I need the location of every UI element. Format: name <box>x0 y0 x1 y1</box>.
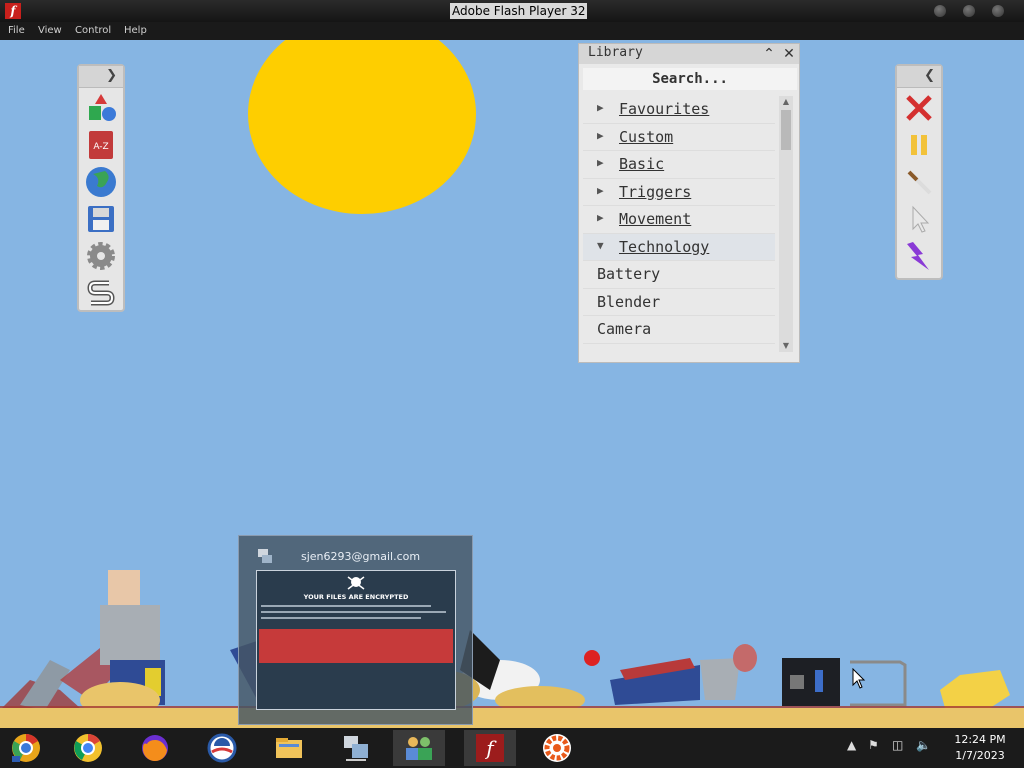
skull-icon <box>347 576 365 590</box>
category-custom[interactable]: ▶ Custom <box>583 124 775 151</box>
left-toolbar-header: ❯ <box>79 66 123 88</box>
network-computer-icon[interactable] <box>330 730 382 766</box>
item-label: Battery <box>597 265 661 283</box>
close-button[interactable] <box>992 5 1004 17</box>
clock-time: 12:24 PM <box>954 733 1006 746</box>
obama-icon[interactable] <box>196 730 248 766</box>
file-explorer-icon[interactable] <box>263 730 315 766</box>
category-favourites[interactable]: ▶ Favourites <box>583 96 775 124</box>
sun <box>248 40 476 214</box>
menu-bar: File View Control Help <box>0 22 1024 40</box>
chrome-canary-icon[interactable] <box>0 730 52 766</box>
collapse-up-icon[interactable]: ⌃ <box>761 46 777 62</box>
library-header: Library ⌃ ✕ <box>579 44 799 64</box>
category-label: Favourites <box>619 100 710 118</box>
library-close-icon[interactable]: ✕ <box>781 46 797 62</box>
cursor-icon[interactable] <box>903 203 935 235</box>
expand-arrow-icon: ▶ <box>597 156 604 169</box>
title-bar: f Adobe Flash Player 32 <box>0 0 1024 22</box>
chrome-icon[interactable] <box>62 730 114 766</box>
expand-arrow-icon: ▶ <box>597 128 604 142</box>
category-label: Technology <box>619 237 710 256</box>
category-label: Triggers <box>619 182 692 201</box>
ground <box>0 708 1024 728</box>
clock-date: 1/7/2023 <box>955 749 1005 762</box>
category-technology[interactable]: ▼ Technology <box>583 233 775 261</box>
library-item-blender[interactable]: Blender <box>583 289 775 316</box>
category-label: Custom <box>619 127 674 146</box>
category-movement[interactable]: ▶ Movement <box>583 206 775 234</box>
category-basic[interactable]: ▶ Basic <box>583 151 775 179</box>
scroll-down-icon[interactable]: ▼ <box>779 340 793 352</box>
menu-view[interactable]: View <box>38 24 62 38</box>
chevron-left-icon[interactable]: ❮ <box>924 68 935 83</box>
delete-x-icon[interactable] <box>903 92 935 124</box>
collapse-arrow-icon: ▼ <box>597 238 604 252</box>
book-label: A-Z <box>93 142 108 152</box>
gear-icon[interactable] <box>85 240 117 272</box>
warning-box <box>259 629 453 663</box>
item-label: Camera <box>597 320 652 338</box>
volume-icon[interactable]: 🔈 <box>916 738 931 752</box>
scroll-up-icon[interactable]: ▲ <box>779 96 793 108</box>
library-panel: Library ⌃ ✕ Search... ▶ Favourites ▶ Custo… <box>578 43 800 363</box>
right-toolbar-header: ❮ <box>897 66 941 88</box>
expand-arrow-icon: ▶ <box>597 101 604 114</box>
library-item-camera[interactable]: Camera <box>583 316 775 344</box>
right-toolbar: ❮ <box>895 64 943 280</box>
game-stage[interactable] <box>0 40 1024 728</box>
expand-arrow-icon: ▶ <box>597 211 604 224</box>
menu-file[interactable]: File <box>8 24 25 38</box>
minimize-button[interactable] <box>934 5 946 17</box>
flag-icon[interactable]: ⚑ <box>868 738 879 752</box>
shapes-icon[interactable] <box>85 92 117 124</box>
window-title: Adobe Flash Player 32 <box>450 3 588 19</box>
library-item-battery[interactable]: Battery <box>583 261 775 289</box>
category-label: Movement <box>619 210 692 228</box>
s-logo-icon[interactable] <box>85 277 117 309</box>
category-triggers[interactable]: ▶ Triggers <box>583 179 775 206</box>
taskbar-preview-popup[interactable]: sjen6293@gmail.com YOUR FILES ARE ENCRYP… <box>238 535 473 725</box>
category-label: Basic <box>619 155 665 173</box>
menu-control[interactable]: Control <box>75 24 111 38</box>
network-icon[interactable]: ◫ <box>892 738 903 752</box>
orange-gear-icon[interactable] <box>531 730 583 766</box>
clock[interactable]: 12:24 PM 1/7/2023 <box>944 732 1016 764</box>
preview-title: sjen6293@gmail.com <box>301 550 421 563</box>
left-toolbar: ❯ A-Z <box>77 64 125 312</box>
save-disk-icon[interactable] <box>85 203 117 235</box>
text-line <box>261 605 431 607</box>
expand-arrow-icon: ▶ <box>597 183 604 197</box>
ragdoll-scene <box>0 570 1010 718</box>
mouse-cursor <box>852 668 866 689</box>
firefox-icon[interactable] <box>129 730 181 766</box>
item-label: Blender <box>597 292 661 311</box>
globe-icon[interactable] <box>85 166 117 198</box>
taskbar: f ▲ ⚑ ◫ 🔈 12:24 PM 1/7/2023 <box>0 728 1024 768</box>
library-scrollbar[interactable]: ▲ ▼ <box>779 96 793 352</box>
text-line <box>261 611 446 613</box>
text-line <box>261 617 421 619</box>
lightning-icon[interactable] <box>903 240 935 272</box>
library-list: ▶ Favourites ▶ Custom ▶ Basic ▶ Triggers ▶ Mo… <box>583 96 775 352</box>
library-search-input[interactable]: Search... <box>583 68 797 90</box>
chevron-right-icon[interactable]: ❯ <box>106 68 117 83</box>
pause-icon[interactable] <box>903 129 935 161</box>
scroll-thumb[interactable] <box>781 110 791 150</box>
flash-app-icon: f <box>5 3 21 19</box>
menu-help[interactable]: Help <box>124 24 147 38</box>
flash-player-icon[interactable]: f <box>464 730 516 766</box>
a-z-book-icon[interactable]: A-Z <box>85 129 117 161</box>
library-title: Library <box>588 45 643 60</box>
knife-icon[interactable] <box>903 166 935 198</box>
maximize-button[interactable] <box>963 5 975 17</box>
preview-thumbnail[interactable]: YOUR FILES ARE ENCRYPTED <box>256 570 456 710</box>
ransom-heading: YOUR FILES ARE ENCRYPTED <box>303 593 409 601</box>
users-icon[interactable] <box>393 730 445 766</box>
tray-overflow-icon[interactable]: ▲ <box>847 738 856 752</box>
network-computer-icon <box>258 549 272 563</box>
